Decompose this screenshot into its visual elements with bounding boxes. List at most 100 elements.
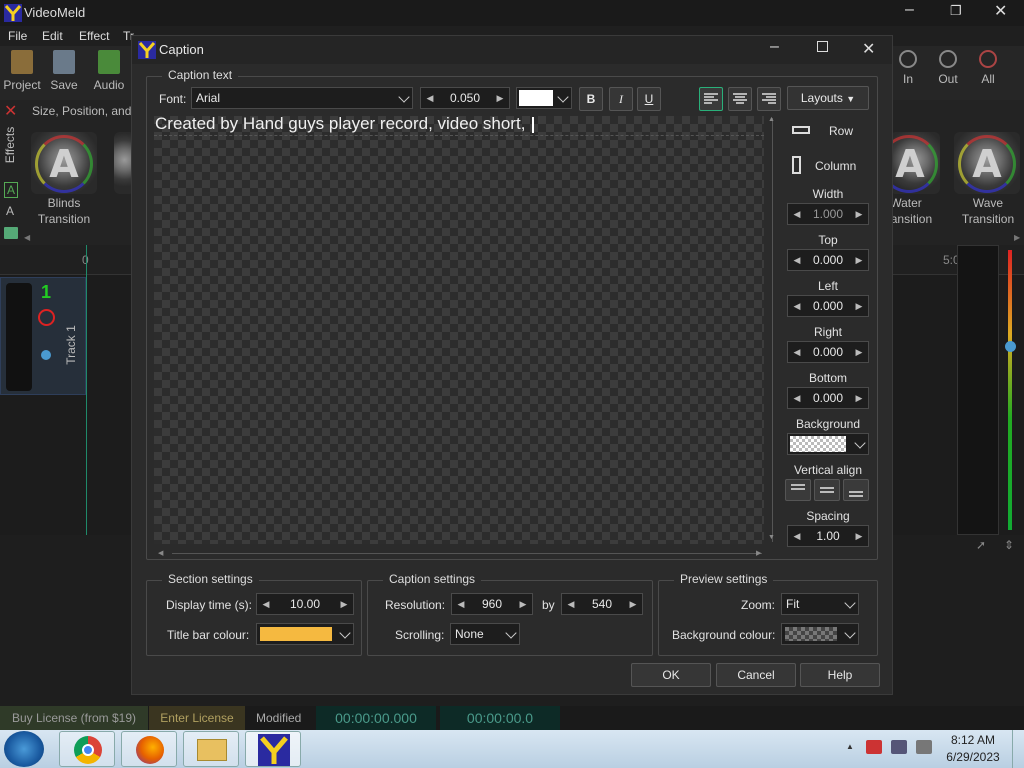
horizontal-scrollbar[interactable] [172, 553, 762, 554]
row-label[interactable]: Row [829, 124, 853, 138]
network-icon[interactable] [891, 740, 907, 754]
text-effect-icon[interactable]: A [4, 182, 19, 198]
show-hidden-icons[interactable]: ▲ [846, 742, 854, 751]
project-button[interactable]: Project [0, 50, 44, 92]
scrolling-select[interactable]: None [450, 623, 520, 645]
dialog-minimize-icon[interactable]: – [770, 38, 779, 56]
preview-background-swatch [785, 627, 837, 641]
background-color-picker[interactable] [787, 433, 869, 455]
width-spinner[interactable]: ◀ 1.000 ▶ [787, 203, 869, 225]
fit-icon[interactable]: ⇕ [1004, 538, 1014, 552]
text-color-swatch [519, 90, 553, 106]
start-button[interactable] [4, 731, 44, 767]
font-select[interactable]: Arial [191, 87, 413, 109]
preview-background-picker[interactable] [781, 623, 859, 645]
caption-logo-icon [138, 41, 156, 59]
text-color-picker[interactable] [516, 87, 572, 109]
arrow-icon[interactable]: ➚ [976, 538, 986, 552]
resolution-height-spinner[interactable]: ◀ 540 ▶ [561, 593, 643, 615]
effects-panel-right: A Water Transition A Wave Transition ▶ [880, 100, 1024, 245]
right-spinner[interactable]: ◀ 0.000 ▶ [787, 341, 869, 363]
close-icon[interactable]: ✕ [994, 1, 1007, 21]
minimize-icon[interactable]: – [905, 1, 914, 19]
zoom-label: Zoom: [741, 598, 776, 612]
bottom-spinner[interactable]: ◀ 0.000 ▶ [787, 387, 869, 409]
cancel-button[interactable]: Cancel [716, 663, 796, 687]
restore-icon[interactable]: ❐ [950, 3, 962, 19]
underline-button[interactable]: U [637, 87, 661, 111]
top-spinner[interactable]: ◀ 0.000 ▶ [787, 249, 869, 271]
track-level-meter [6, 283, 32, 391]
windows-taskbar: ▲ 8:12 AM 6/29/2023 [0, 730, 1024, 768]
close-panel-icon[interactable]: ✕ [4, 101, 17, 121]
dialog-close-icon[interactable]: ✕ [862, 39, 875, 59]
italic-button[interactable]: I [609, 87, 633, 111]
preview-settings-legend: Preview settings [674, 572, 774, 586]
buy-license-button[interactable]: Buy License (from $19) [0, 706, 148, 730]
spacing-spinner[interactable]: ◀ 1.00 ▶ [787, 525, 869, 547]
row-layout-icon[interactable] [792, 126, 810, 134]
videomeld-taskbar-button[interactable] [245, 731, 301, 767]
chrome-taskbar-button[interactable] [59, 731, 115, 767]
wave-transition-tile[interactable]: A [954, 132, 1020, 194]
font-size-spinner[interactable]: ◀ 0.050 ▶ [420, 87, 510, 109]
zoom-out-button[interactable]: Out [926, 50, 970, 86]
track-header: 1 Track 1 [0, 277, 86, 395]
caption-canvas[interactable]: Created by Hand guys player record, vide… [154, 114, 764, 544]
scroll-left-icon[interactable]: ◀ [158, 549, 163, 557]
firefox-taskbar-button[interactable] [121, 731, 177, 767]
vertical-scrollbar[interactable] [772, 118, 773, 542]
master-volume-knob[interactable] [1005, 341, 1016, 352]
flag-icon[interactable] [866, 740, 882, 754]
column-label[interactable]: Column [815, 159, 856, 173]
scroll-left-icon[interactable]: ◀ [24, 233, 30, 242]
title-bar-colour-picker[interactable] [256, 623, 354, 645]
display-time-spinner[interactable]: ◀ 10.00 ▶ [256, 593, 354, 615]
clock-date[interactable]: 6/29/2023 [942, 750, 1004, 764]
layouts-button[interactable]: Layouts ▼ [787, 86, 869, 110]
ok-button[interactable]: OK [631, 663, 711, 687]
caption-text-input[interactable]: Created by Hand guys player record, vide… [155, 114, 525, 134]
valign-middle-button[interactable] [814, 479, 840, 501]
align-center-button[interactable] [728, 87, 752, 111]
volume-knob[interactable] [41, 350, 51, 360]
zoom-select[interactable]: Fit [781, 593, 859, 615]
align-left-button[interactable] [699, 87, 723, 111]
valign-top-button[interactable] [785, 479, 811, 501]
align-center-icon [733, 93, 747, 104]
mute-icon[interactable] [38, 309, 55, 326]
zoom-all-button[interactable]: All [966, 50, 1010, 86]
clock-time[interactable]: 8:12 AM [950, 733, 996, 747]
show-desktop-button[interactable] [1012, 730, 1024, 768]
menu-edit[interactable]: Edit [42, 29, 63, 43]
dialog-maximize-icon[interactable] [817, 41, 828, 52]
valign-bottom-button[interactable] [843, 479, 869, 501]
scroll-right-icon[interactable]: ▶ [756, 549, 761, 557]
caption-settings-legend: Caption settings [383, 572, 482, 586]
image-icon[interactable] [4, 227, 18, 239]
playhead[interactable] [86, 245, 87, 535]
bottom-label: Bottom [808, 371, 847, 385]
help-button[interactable]: Help [800, 663, 880, 687]
water-transition-tile[interactable]: A [880, 132, 940, 194]
menu-effect[interactable]: Effect [79, 29, 109, 43]
audio-button[interactable]: Audio [87, 50, 131, 92]
chevron-down-icon [844, 627, 856, 639]
column-layout-icon[interactable] [792, 156, 801, 174]
scroll-right-icon[interactable]: ▶ [1014, 233, 1020, 242]
scroll-up-icon[interactable]: ▲ [768, 116, 775, 123]
blinds-transition-tile[interactable]: A [31, 132, 97, 194]
explorer-taskbar-button[interactable] [183, 731, 239, 767]
save-button[interactable]: Save [42, 50, 86, 92]
menu-file[interactable]: File [8, 29, 27, 43]
resolution-width-spinner[interactable]: ◀ 960 ▶ [451, 593, 533, 615]
align-right-button[interactable] [757, 87, 781, 111]
left-spinner[interactable]: ◀ 0.000 ▶ [787, 295, 869, 317]
bold-button[interactable]: B [579, 87, 603, 111]
effects-tab[interactable]: Effects [3, 127, 17, 163]
scroll-down-icon[interactable]: ▼ [768, 534, 775, 541]
align-left-icon [704, 93, 718, 104]
volume-icon[interactable] [916, 740, 932, 754]
enter-license-button[interactable]: Enter License [149, 706, 245, 730]
text-icon[interactable]: A [6, 204, 14, 218]
